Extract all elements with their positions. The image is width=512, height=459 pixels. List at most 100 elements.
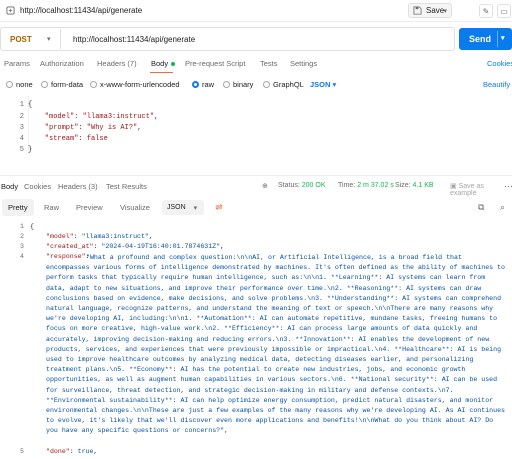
beautify-link[interactable]: Beautify	[483, 80, 510, 89]
view-preview[interactable]: Preview	[70, 199, 109, 216]
line-number: 2	[20, 233, 24, 240]
body-format-label: JSON	[310, 80, 331, 89]
body-type-binary[interactable]: binary	[223, 80, 253, 89]
save-label: Save	[426, 6, 445, 15]
tab-authorization[interactable]: Authorization	[40, 59, 84, 68]
request-body-line[interactable]: {	[28, 101, 32, 109]
tab-response-cookies[interactable]: Cookies	[24, 182, 51, 191]
tab-response-headers[interactable]: Headers (3)	[58, 182, 98, 191]
status-value: 200 OK	[301, 182, 326, 189]
json-value: "2024-04-19T16:40:01.7874631Z"	[101, 243, 221, 250]
line-number: 1	[20, 223, 24, 230]
tab-pre-request-script[interactable]: Pre-request Script	[185, 59, 245, 68]
tab-response-body[interactable]: Body	[1, 182, 18, 191]
response-format-select[interactable]: JSON ▾	[162, 200, 204, 215]
view-visualize[interactable]: Visualize	[114, 199, 156, 216]
json-value: "llama3:instruct"	[81, 233, 149, 240]
radio-selected-icon	[192, 81, 199, 88]
radio-label: none	[16, 80, 33, 89]
line-number: 3	[20, 243, 24, 250]
tab-tests[interactable]: Tests	[260, 59, 278, 68]
line-number: 1	[19, 101, 24, 109]
view-pretty[interactable]: Pretty	[2, 199, 34, 216]
edit-icon[interactable]: ✎	[479, 4, 493, 18]
status-readout: Status: 200 OK	[278, 182, 326, 189]
radio-icon	[263, 81, 270, 88]
radio-label: binary	[233, 80, 254, 89]
line-number: 4	[20, 253, 24, 260]
response-line: {	[30, 223, 34, 230]
tab-params[interactable]: Params	[4, 59, 30, 68]
tab-headers[interactable]: Headers (7)	[97, 59, 137, 68]
size-label: Size:	[395, 182, 411, 189]
time-readout: Time: 2 m 37.02 s	[338, 182, 394, 189]
save-icon	[413, 6, 422, 15]
view-raw[interactable]: Raw	[38, 199, 65, 216]
copy-icon[interactable]: ⧉	[478, 202, 484, 213]
divider	[497, 31, 498, 47]
radio-label: raw	[202, 80, 215, 89]
json-key: "model"	[46, 233, 74, 240]
body-format-select[interactable]: JSON ▾	[310, 80, 336, 89]
wrap-lines-icon[interactable]: ⇌	[212, 201, 226, 213]
radio-icon	[90, 81, 97, 88]
method-select[interactable]: POST	[10, 35, 32, 44]
status-dot	[171, 62, 176, 67]
tab-settings[interactable]: Settings	[290, 59, 317, 68]
url-input[interactable]: http://localhost:11434/api/generate	[73, 35, 195, 44]
active-tab-indicator	[150, 72, 173, 73]
chevron-down-icon[interactable]: ▾	[443, 7, 447, 15]
send-button[interactable]: Send ▾	[459, 28, 512, 50]
response-line: "model": "llama3:instruct",	[46, 233, 153, 240]
status-label: Status:	[278, 182, 300, 189]
tab-body-label: Body	[151, 59, 169, 68]
save-button[interactable]: Save ▾	[408, 3, 452, 18]
chevron-down-icon[interactable]: ▾	[501, 34, 505, 42]
body-type-none[interactable]: none	[6, 80, 33, 89]
divider	[0, 175, 512, 176]
response-format-label: JSON	[167, 204, 186, 211]
radio-label: GraphQL	[273, 80, 304, 89]
request-body-line[interactable]: "stream": false	[28, 135, 108, 143]
response-line: "done": true,	[46, 448, 98, 455]
json-value: "What a profound and complex question:\n…	[46, 254, 505, 435]
comment-icon[interactable]: ▭	[497, 4, 511, 18]
line-number: 5	[19, 146, 24, 154]
search-icon[interactable]: ⌕	[500, 202, 505, 213]
size-value: 4.1 KB	[412, 182, 434, 189]
tab-body[interactable]: Body	[151, 59, 176, 68]
size-readout: Size: 4.1 KB	[395, 182, 434, 189]
time-label: Time:	[338, 182, 356, 189]
divider	[60, 29, 61, 49]
radio-icon	[6, 81, 13, 88]
save-icon: ▣	[450, 183, 457, 190]
line-number: 2	[19, 113, 24, 121]
radio-icon	[223, 81, 230, 88]
response-text: "What a profound and complex question:\n…	[46, 254, 505, 435]
send-label: Send	[469, 34, 492, 44]
line-number: 5	[20, 448, 24, 455]
cookies-link[interactable]: Cookies	[487, 59, 512, 68]
json-value: true	[77, 448, 94, 455]
chevron-down-icon[interactable]: ▾	[47, 35, 51, 43]
tab-test-results[interactable]: Test Results	[106, 182, 147, 191]
body-type-urlencoded[interactable]: x-www-form-urlencoded	[90, 80, 180, 89]
http-request-icon	[6, 6, 15, 15]
json-key: "done"	[46, 448, 70, 455]
response-line: "created_at": "2024-04-19T16:40:01.78746…	[46, 243, 225, 250]
line-number: 3	[19, 124, 24, 132]
request-body-line[interactable]: "prompt": "Why is AI?",	[28, 124, 142, 132]
request-body-line[interactable]: }	[28, 146, 32, 154]
save-as-example-button[interactable]: ▣ Save as example	[450, 182, 512, 197]
more-icon[interactable]: ⋯	[504, 181, 512, 192]
body-type-graphql[interactable]: GraphQL	[263, 80, 304, 89]
request-title[interactable]: http://localhost:11434/api/generate	[20, 6, 142, 15]
chevron-down-icon: ▾	[193, 204, 198, 212]
body-type-form-data[interactable]: form-data	[41, 80, 83, 89]
request-body-line[interactable]: "model": "llama3:instruct",	[28, 113, 158, 121]
radio-icon	[41, 81, 48, 88]
json-key: "created_at"	[46, 243, 94, 250]
body-type-raw[interactable]: raw	[192, 80, 214, 89]
line-number: 4	[19, 135, 24, 143]
url-bar	[0, 27, 455, 51]
